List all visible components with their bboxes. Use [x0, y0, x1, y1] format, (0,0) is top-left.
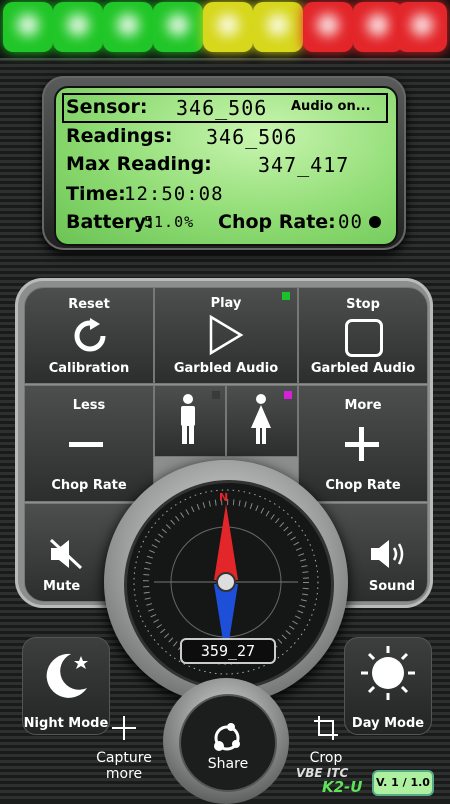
- female-icon: [251, 394, 271, 444]
- max-reading-value: 347_417: [258, 153, 350, 177]
- plus-icon-vertical: [359, 427, 364, 461]
- sensor-value: 346_506: [176, 96, 268, 120]
- signal-led: [153, 2, 203, 52]
- audio-status: Audio on...: [291, 99, 371, 114]
- chop-rate-value: 00: [338, 211, 363, 233]
- play-label: Play: [210, 296, 242, 311]
- signal-led: [103, 2, 153, 52]
- stop-label: Stop: [346, 297, 380, 312]
- minus-icon: [69, 442, 103, 447]
- readings-value: 346_506: [206, 125, 298, 149]
- male-voice-button[interactable]: [154, 385, 226, 457]
- battery-label: Battery:: [66, 211, 154, 233]
- night-mode-label: Night Mode: [23, 716, 109, 731]
- signal-led: [53, 2, 103, 52]
- chop-rate-label: Chop Rate:: [218, 211, 336, 233]
- sensor-label: Sensor:: [66, 96, 148, 118]
- readings-row: Readings: 346_506: [66, 125, 296, 149]
- stop-garbled-audio-button[interactable]: Stop Garbled Audio: [298, 287, 428, 384]
- crop-icon[interactable]: [314, 716, 338, 740]
- time-value: 12:50:08: [124, 183, 224, 205]
- share-label: Share: [207, 756, 249, 772]
- signal-light-bar: [0, 0, 450, 60]
- calibration-label: Calibration: [48, 361, 130, 376]
- signal-led: [397, 2, 447, 52]
- capture-plus-icon[interactable]: [112, 716, 136, 740]
- battery-value: 51.0%: [144, 213, 195, 231]
- sun-icon: [361, 646, 415, 700]
- sound-label: Sound: [368, 579, 415, 594]
- compass-north-label: N: [219, 491, 229, 504]
- max-reading-label: Max Reading:: [66, 153, 212, 175]
- share-button[interactable]: Share: [179, 694, 277, 792]
- record-dot-icon: [369, 216, 381, 228]
- more-label-text: more: [105, 766, 143, 782]
- day-mode-label: Day Mode: [351, 716, 425, 731]
- version-badge: V. 1 / 1.0: [372, 770, 434, 796]
- signal-led: [203, 2, 253, 52]
- reset-label: Reset: [68, 297, 110, 312]
- time-row: Time: 12:50:08: [66, 183, 223, 205]
- mute-icon: [49, 538, 83, 570]
- stop-audio-label: Garbled Audio: [310, 361, 416, 376]
- signal-led: [3, 2, 53, 52]
- more-label: More: [344, 398, 382, 413]
- max-reading-row: Max Reading: 347_417: [66, 153, 348, 177]
- reset-calibration-button[interactable]: Reset Calibration: [24, 287, 154, 384]
- less-label: Less: [72, 398, 106, 413]
- signal-led: [353, 2, 403, 52]
- sensor-row: Sensor: 346_506 Audio on...: [66, 96, 371, 120]
- female-voice-button[interactable]: [226, 385, 298, 457]
- male-icon: [181, 394, 195, 444]
- male-indicator: [212, 391, 220, 399]
- moon-icon: [46, 653, 88, 698]
- capture-label: Capture: [96, 750, 152, 766]
- signal-led: [253, 2, 303, 52]
- play-audio-label: Garbled Audio: [173, 361, 279, 376]
- stop-icon: [345, 319, 383, 357]
- speaker-icon: [371, 540, 404, 568]
- play-garbled-audio-button[interactable]: Play Garbled Audio: [154, 287, 298, 384]
- refresh-icon: [74, 318, 106, 352]
- time-label: Time:: [66, 183, 126, 205]
- night-mode-button[interactable]: Night Mode: [22, 637, 110, 735]
- female-indicator: [284, 391, 292, 399]
- day-mode-button[interactable]: Day Mode: [344, 637, 432, 735]
- capture-more-label[interactable]: Capture more: [88, 750, 160, 782]
- crop-label[interactable]: Crop: [304, 750, 348, 766]
- battery-row: Battery: 51.0% Chop Rate: 00: [66, 211, 381, 233]
- readings-label: Readings:: [66, 125, 173, 147]
- share-icon: [214, 723, 240, 751]
- compass-heading-readout: 359_27: [180, 638, 276, 664]
- play-icon: [209, 314, 244, 356]
- lcd-display: Sensor: 346_506 Audio on... Readings: 34…: [54, 86, 398, 246]
- brand-k2u: K2-U: [322, 778, 363, 796]
- signal-led: [303, 2, 353, 52]
